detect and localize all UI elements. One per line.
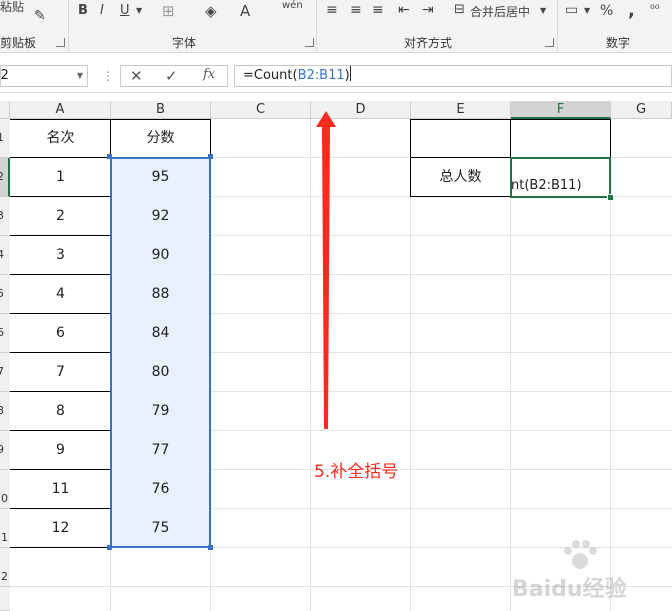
currency-icon[interactable]: ▭ [565,2,578,18]
annotation-text: 5.补全括号 [314,462,399,482]
insert-function-icon[interactable]: fx [203,67,215,82]
formula-input[interactable]: =Count(B2:B11) [234,65,672,87]
underline-icon[interactable]: U [120,3,130,18]
number-group-label: 数字 [606,36,631,50]
watermark: Baidu经验 [512,539,668,605]
text-cursor [349,66,351,81]
clipboard-group-label: 剪贴板 [0,36,37,50]
watermark-text: Baidu经验 [512,577,627,602]
align-center-icon[interactable]: ≡ [350,2,362,18]
border-icon[interactable]: ⊞ [162,2,175,20]
bold-icon[interactable]: B [78,3,88,18]
name-box-value: F2 [0,68,9,83]
chevron-down-icon[interactable]: ▼ [540,6,546,15]
ribbon: 粘贴 ✎ 剪贴板 B I U ▼ ⊞ ◈ A wén 字体 ≡ ≡ ≡ ⇤ ⇥ … [0,0,672,53]
align-left-icon[interactable]: ≡ [326,2,338,18]
enter-icon[interactable]: ✓ [165,67,178,85]
paste-button-label[interactable]: 粘贴 [0,0,24,15]
italic-icon[interactable]: I [100,3,104,18]
ribbon-separator [316,0,317,52]
fill-color-icon[interactable]: ◈ [205,2,217,20]
alignment-launcher-icon[interactable] [545,38,554,47]
merge-center-icon[interactable]: ⊟ [454,2,465,17]
increase-decimal-icon[interactable]: ⁰⁰ [650,2,660,16]
paw-logo-icon [564,540,597,569]
comma-button[interactable]: , [628,0,635,21]
ribbon-separator [557,0,558,52]
ribbon-separator [68,0,69,52]
increase-indent-icon[interactable]: ⇥ [422,2,434,18]
format-painter-icon[interactable]: ✎ [34,8,46,24]
worksheet-grid: A B C D E F G 1 2 3 4 5 6 7 8 9 10 11 12 [0,101,672,611]
name-box[interactable]: F2 ▼ [0,65,88,87]
more-options-icon[interactable]: ⋮ [102,69,114,83]
clipboard-launcher-icon[interactable] [56,38,65,47]
chevron-down-icon[interactable]: ▼ [136,6,142,15]
formula-prefix: =Count( [243,68,298,83]
decrease-indent-icon[interactable]: ⇤ [398,2,410,18]
align-right-icon[interactable]: ≡ [372,2,384,18]
formula-buttons: ✕ ✓ fx [120,65,228,87]
merge-center-button[interactable]: 合并后居中 [470,3,530,20]
chevron-down-icon[interactable]: ▼ [77,66,83,86]
formula-range-ref: B2:B11 [297,68,345,83]
font-group-label: 字体 [172,36,197,50]
alignment-group-label: 对齐方式 [404,36,453,50]
formula-bar: F2 ▼ ⋮ ✕ ✓ fx =Count(B2:B11) [0,62,672,93]
chevron-down-icon[interactable]: ▼ [584,6,590,15]
percent-button[interactable]: % [600,3,613,19]
cancel-icon[interactable]: ✕ [130,67,143,85]
font-color-icon[interactable]: A [240,2,250,20]
phonetic-icon[interactable]: wén [282,0,303,11]
annotation-arrow [316,111,336,429]
font-launcher-icon[interactable] [305,38,314,47]
